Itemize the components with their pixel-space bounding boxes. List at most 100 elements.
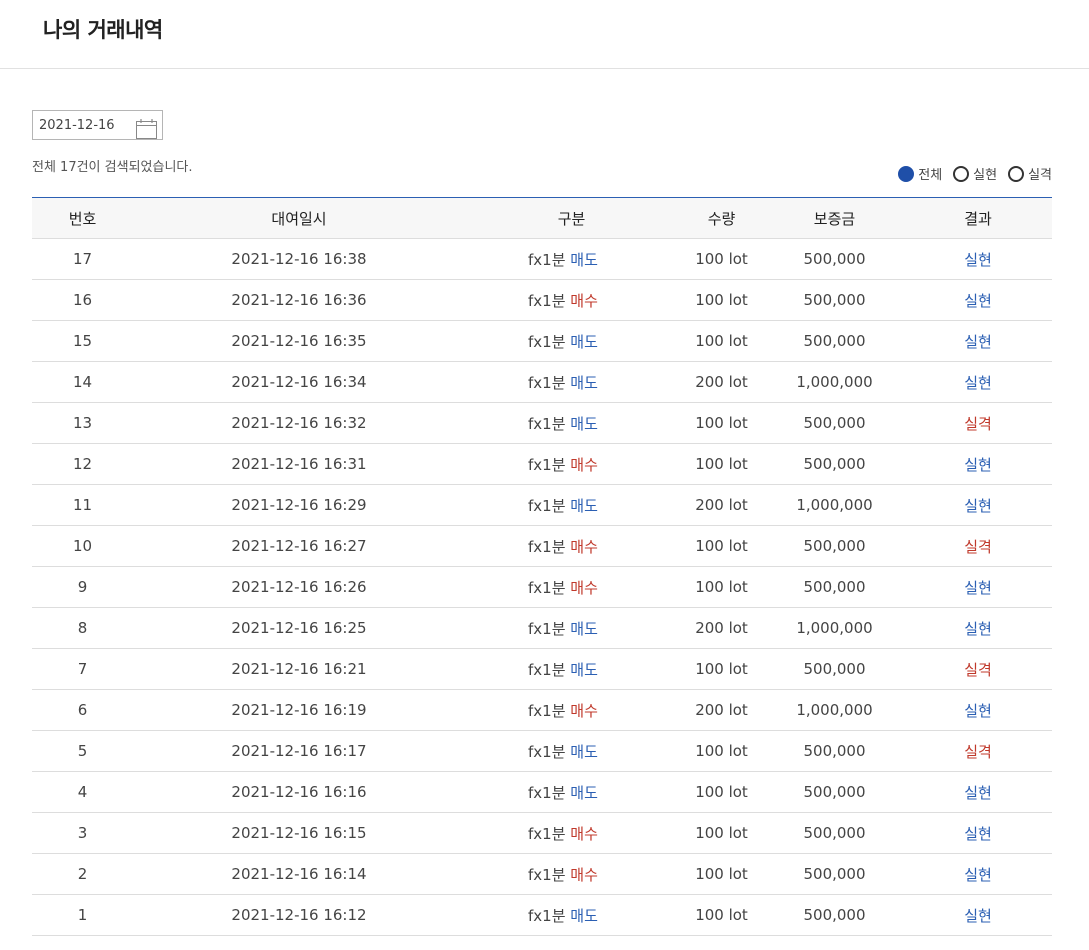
- column-header-type: 구분: [465, 197, 678, 239]
- row-result: 실격: [904, 730, 1052, 772]
- row-product: fx1분: [528, 578, 566, 597]
- row-side: 매수: [570, 578, 598, 597]
- row-type: fx1분 매도: [465, 607, 678, 649]
- date-picker[interactable]: 2021-12-16: [32, 110, 163, 140]
- table-row: 1 2021-12-16 16:12 fx1분 매도 100 lot 500,000 실현: [32, 894, 1052, 936]
- row-quantity: 100 lot: [678, 525, 765, 567]
- table-row: 17 2021-12-16 16:38 fx1분 매도 100 lot 500,000 실…: [32, 238, 1052, 280]
- radio-unchecked-icon[interactable]: [953, 165, 970, 182]
- row-result: 실격: [904, 402, 1052, 444]
- row-quantity: 200 lot: [678, 361, 765, 403]
- filter-label: 전체: [918, 168, 943, 183]
- row-datetime: 2021-12-16 16:21: [133, 648, 465, 690]
- row-side: 매도: [570, 373, 598, 392]
- filter-all[interactable]: 전체: [898, 164, 942, 183]
- row-deposit: 500,000: [765, 566, 904, 608]
- row-datetime: 2021-12-16 16:34: [133, 361, 465, 403]
- table-row: 10 2021-12-16 16:27 fx1분 매수 100 lot 500,000 실…: [32, 525, 1052, 567]
- row-quantity: 200 lot: [678, 607, 765, 649]
- table-row: 7 2021-12-16 16:21 fx1분 매도 100 lot 500,000 실격: [32, 648, 1052, 690]
- row-result: 실격: [904, 525, 1052, 567]
- filter-realized[interactable]: 실현: [953, 164, 997, 183]
- row-side: 매수: [570, 824, 598, 843]
- row-type: fx1분 매수: [465, 689, 678, 731]
- row-number: 17: [32, 238, 133, 280]
- page-header: 나의 거래내역: [0, 0, 1089, 69]
- row-number: 11: [32, 484, 133, 526]
- table-body: 17 2021-12-16 16:38 fx1분 매도 100 lot 500,000 실…: [32, 238, 1052, 936]
- table-header-row: 번호 대여일시 구분 수량 보증금 결과: [32, 197, 1052, 239]
- row-quantity: 100 lot: [678, 238, 765, 280]
- row-deposit: 500,000: [765, 525, 904, 567]
- row-side: 매수: [570, 865, 598, 884]
- row-datetime: 2021-12-16 16:29: [133, 484, 465, 526]
- row-number: 4: [32, 771, 133, 813]
- row-datetime: 2021-12-16 16:19: [133, 689, 465, 731]
- row-product: fx1분: [528, 373, 566, 392]
- row-number: 12: [32, 443, 133, 485]
- row-result: 실현: [904, 689, 1052, 731]
- row-deposit: 1,000,000: [765, 361, 904, 403]
- row-number: 9: [32, 566, 133, 608]
- row-number: 2: [32, 853, 133, 895]
- filter-label: 실현: [973, 168, 998, 183]
- row-number: 15: [32, 320, 133, 362]
- page-title: 나의 거래내역: [43, 18, 163, 42]
- row-deposit: 500,000: [765, 279, 904, 321]
- row-quantity: 100 lot: [678, 279, 765, 321]
- row-number: 10: [32, 525, 133, 567]
- row-number: 14: [32, 361, 133, 403]
- radio-unchecked-icon[interactable]: [1008, 165, 1025, 182]
- row-product: fx1분: [528, 865, 566, 884]
- row-result: 실현: [904, 566, 1052, 608]
- row-type: fx1분 매도: [465, 771, 678, 813]
- row-number: 16: [32, 279, 133, 321]
- row-side: 매도: [570, 496, 598, 515]
- row-quantity: 100 lot: [678, 771, 765, 813]
- row-quantity: 100 lot: [678, 443, 765, 485]
- row-side: 매도: [570, 783, 598, 802]
- row-quantity: 100 lot: [678, 730, 765, 772]
- row-quantity: 200 lot: [678, 484, 765, 526]
- radio-checked-icon[interactable]: [898, 165, 915, 182]
- column-header-result: 결과: [904, 197, 1052, 239]
- row-result: 실현: [904, 812, 1052, 854]
- table-row: 16 2021-12-16 16:36 fx1분 매수 100 lot 500,000 실…: [32, 279, 1052, 321]
- table-row: 11 2021-12-16 16:29 fx1분 매도 200 lot 1,000,00…: [32, 484, 1052, 526]
- row-side: 매수: [570, 701, 598, 720]
- row-deposit: 500,000: [765, 443, 904, 485]
- row-datetime: 2021-12-16 16:32: [133, 402, 465, 444]
- row-datetime: 2021-12-16 16:16: [133, 771, 465, 813]
- row-type: fx1분 매도: [465, 730, 678, 772]
- row-side: 매도: [570, 906, 598, 925]
- row-datetime: 2021-12-16 16:31: [133, 443, 465, 485]
- row-type: fx1분 매수: [465, 812, 678, 854]
- calendar-icon[interactable]: [136, 119, 157, 139]
- row-side: 매수: [570, 537, 598, 556]
- row-result: 실현: [904, 320, 1052, 362]
- row-number: 5: [32, 730, 133, 772]
- row-result: 실현: [904, 443, 1052, 485]
- date-value: 2021-12-16: [39, 117, 115, 133]
- row-result: 실현: [904, 238, 1052, 280]
- row-number: 1: [32, 894, 133, 936]
- row-deposit: 1,000,000: [765, 689, 904, 731]
- row-result: 실현: [904, 607, 1052, 649]
- row-product: fx1분: [528, 250, 566, 269]
- row-side: 매도: [570, 332, 598, 351]
- row-result: 실현: [904, 853, 1052, 895]
- table-row: 2 2021-12-16 16:14 fx1분 매수 100 lot 500,000 실현: [32, 853, 1052, 895]
- row-type: fx1분 매수: [465, 443, 678, 485]
- row-type: fx1분 매수: [465, 853, 678, 895]
- column-header-number: 번호: [32, 197, 133, 239]
- row-deposit: 500,000: [765, 812, 904, 854]
- row-deposit: 500,000: [765, 771, 904, 813]
- filter-failed[interactable]: 실격: [1008, 164, 1052, 183]
- row-datetime: 2021-12-16 16:15: [133, 812, 465, 854]
- row-product: fx1분: [528, 906, 566, 925]
- table-row: 14 2021-12-16 16:34 fx1분 매도 200 lot 1,000,00…: [32, 361, 1052, 403]
- row-datetime: 2021-12-16 16:17: [133, 730, 465, 772]
- row-product: fx1분: [528, 619, 566, 638]
- row-product: fx1분: [528, 783, 566, 802]
- table-row: 5 2021-12-16 16:17 fx1분 매도 100 lot 500,000 실격: [32, 730, 1052, 772]
